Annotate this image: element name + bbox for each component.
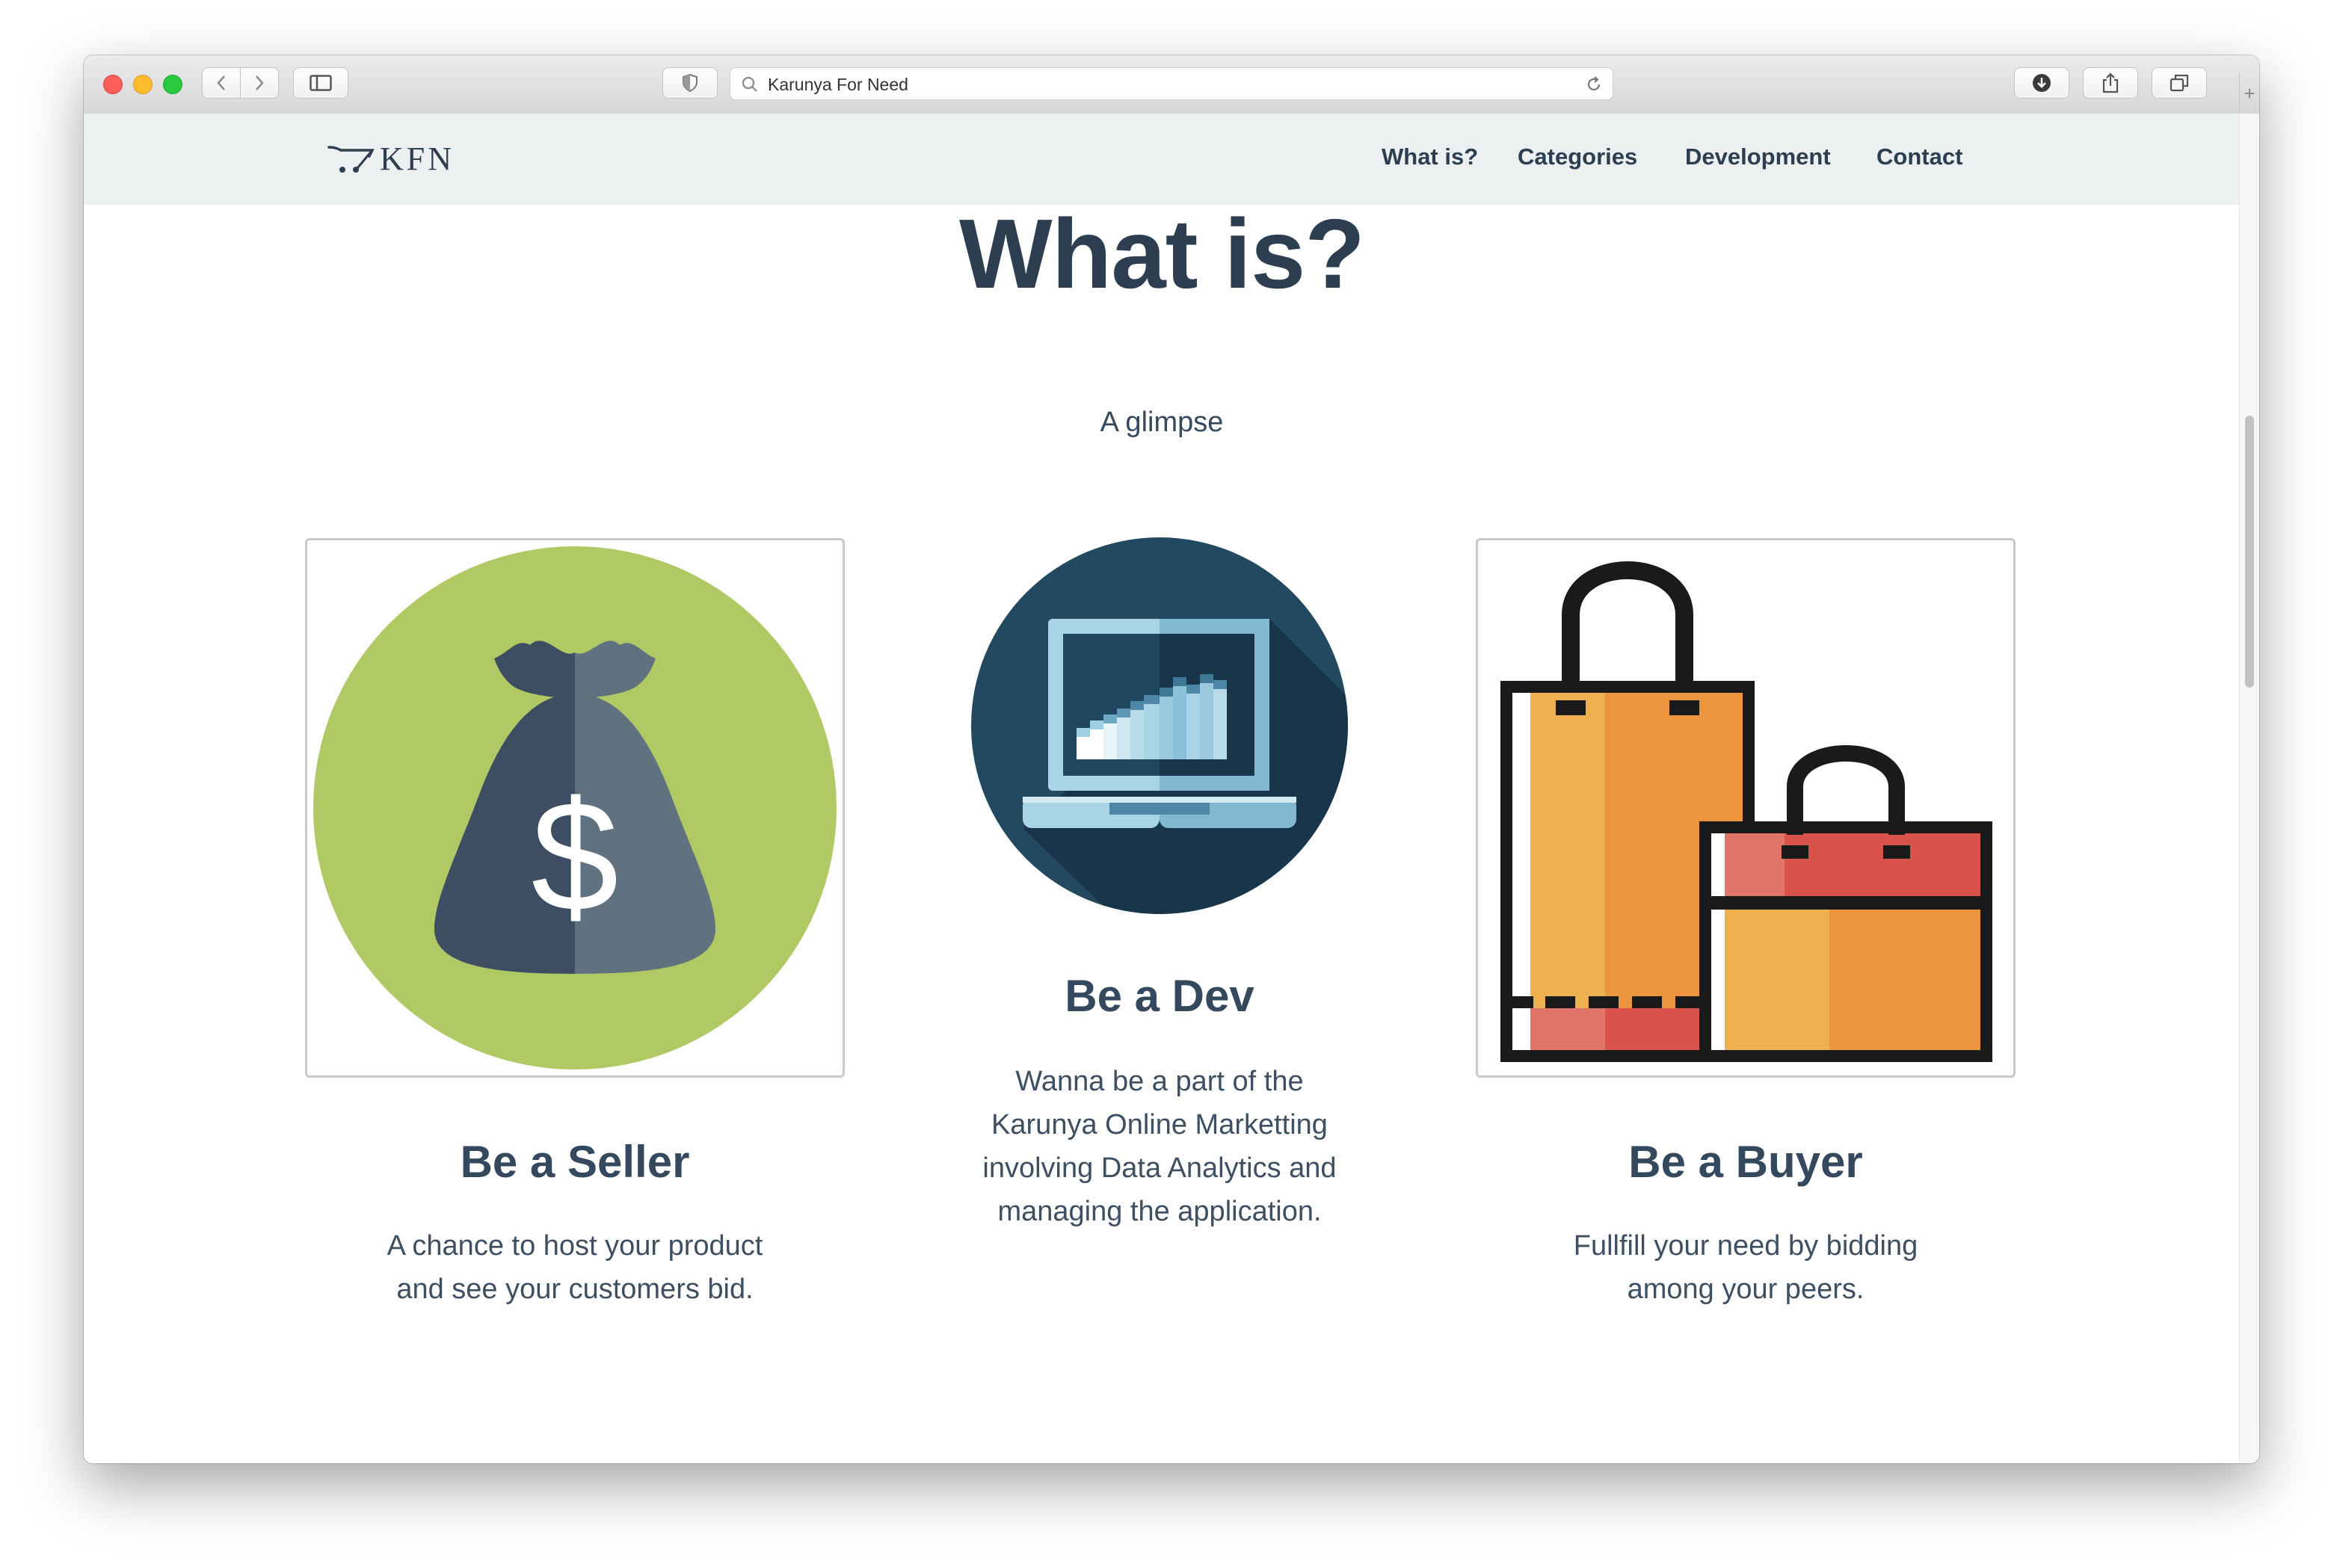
chevron-right-icon <box>256 75 264 90</box>
back-button[interactable] <box>202 67 241 99</box>
buyer-title: Be a Buyer <box>1628 1137 1863 1187</box>
minimize-window-button[interactable] <box>133 75 153 94</box>
site-navbar: KFN What is? Categories Development Cont… <box>84 114 2240 205</box>
seller-description: A chance to host your product and see yo… <box>387 1230 763 1305</box>
download-icon <box>2033 74 2051 92</box>
chevron-left-icon <box>217 75 225 90</box>
dev-description: Wanna be a part of the Karunya Online Ma… <box>982 1066 1337 1227</box>
section-subtitle: A glimpse <box>1100 407 1224 438</box>
browser-toolbar: Karunya For Need + <box>84 55 2259 115</box>
share-button[interactable] <box>2083 67 2138 99</box>
dev-image <box>970 537 1349 915</box>
browser-window: Karunya For Need + KFN What is? Categori… <box>84 55 2259 1463</box>
site-logo[interactable]: KFN <box>327 138 455 179</box>
money-bag-icon: $ <box>313 546 837 1069</box>
downloads-button[interactable] <box>2014 67 2069 99</box>
forward-button[interactable] <box>240 67 279 99</box>
section-title: What is? <box>959 199 1365 309</box>
nav-link-contact[interactable]: Contact <box>1876 143 1962 170</box>
address-text: Karunya For Need <box>768 75 908 94</box>
buyer-image <box>1476 538 2016 1078</box>
zoom-window-button[interactable] <box>163 75 182 94</box>
nav-link-categories[interactable]: Categories <box>1518 143 1637 170</box>
sidebar-icon <box>310 75 332 91</box>
privacy-shield-button[interactable] <box>662 67 718 99</box>
page-content: KFN What is? Categories Development Cont… <box>84 114 2240 1463</box>
buyer-description: Fullfill your need by bidding among your… <box>1573 1230 1918 1305</box>
search-icon <box>742 76 757 92</box>
seller-image: $ <box>305 538 845 1078</box>
laptop-chart-icon <box>971 537 1348 914</box>
svg-text:$: $ <box>532 768 619 944</box>
new-tab-button[interactable]: + <box>2239 73 2259 114</box>
nav-link-what-is[interactable]: What is? <box>1382 143 1478 170</box>
reload-icon[interactable] <box>1584 75 1604 94</box>
sidebar-toggle-button[interactable] <box>293 67 348 99</box>
shield-icon <box>683 73 698 93</box>
scrollbar-thumb[interactable] <box>2245 416 2254 688</box>
tab-overview-button[interactable] <box>2152 67 2207 99</box>
shopping-bags-icon <box>1500 561 1992 1062</box>
address-bar[interactable]: Karunya For Need <box>730 67 1613 100</box>
dev-title: Be a Dev <box>1065 971 1254 1021</box>
cart-logo-icon <box>327 146 375 173</box>
share-icon <box>2102 72 2119 93</box>
seller-title: Be a Seller <box>460 1137 690 1187</box>
tabs-icon <box>2170 74 2189 92</box>
nav-link-development[interactable]: Development <box>1685 143 1831 170</box>
page-scrollbar[interactable] <box>2239 114 2259 1463</box>
close-window-button[interactable] <box>103 75 123 94</box>
logo-text: KFN <box>380 140 455 177</box>
